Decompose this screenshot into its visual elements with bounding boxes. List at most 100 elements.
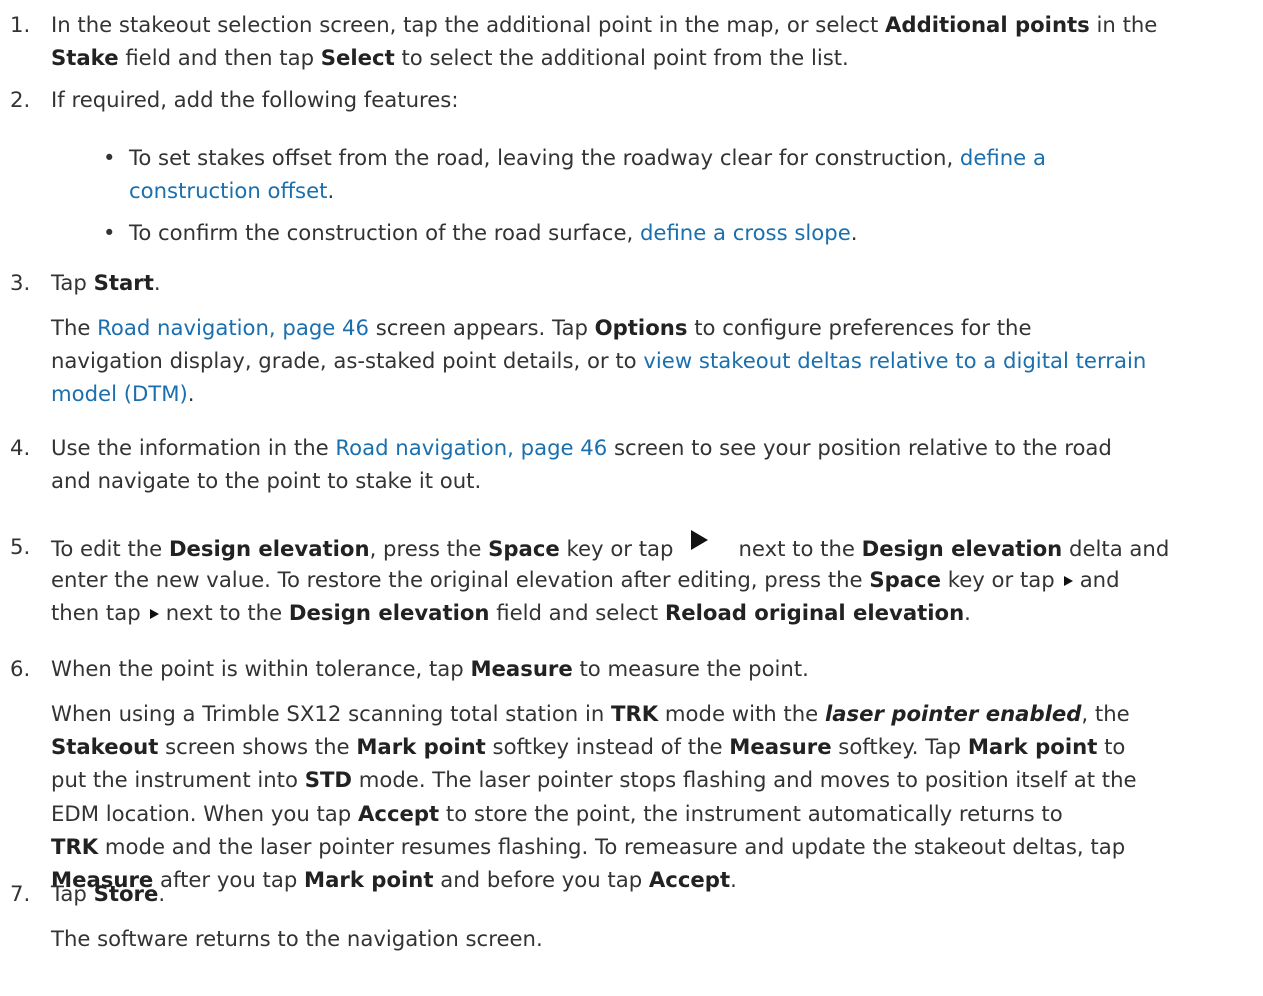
document-page: 1. In the stakeout selection screen, tap … [0, 0, 1263, 996]
text-run: If required, add the following features: [51, 87, 459, 112]
ui-term: TRK [611, 701, 659, 726]
text-run: . [187, 381, 195, 407]
text-run: mode with the [658, 701, 825, 726]
text-run: delta and [1062, 536, 1170, 561]
text-line: Stake field and then tap Select to selec… [51, 41, 1256, 74]
ui-term: STD [304, 767, 353, 793]
step-number: 1. [10, 12, 31, 37]
text-run: next to the [738, 536, 862, 561]
text-run: . [964, 600, 971, 626]
text-run: To set stakes offset from the road, leav… [129, 145, 960, 170]
text-run: then tap [51, 600, 141, 626]
text-run: to configure preferences for the [687, 315, 1032, 340]
text-line: put the instrument into STD mode. The la… [51, 763, 1256, 796]
text-run: in the [1089, 12, 1158, 37]
text-run: softkey instead of the [485, 734, 730, 760]
text-run: To confirm the construction of the road … [129, 220, 640, 245]
ui-term: Design elevation [861, 536, 1063, 561]
right-triangle-small-icon [1063, 576, 1073, 587]
text-run: mode and the laser pointer resumes flash… [98, 833, 1126, 859]
text-run: In the stakeout selection screen, tap th… [51, 12, 885, 37]
cross-reference-link[interactable]: define a [960, 145, 1046, 170]
text-run: Use the information in the [51, 435, 336, 460]
right-triangle-icon [691, 530, 709, 550]
text-run: and navigate to the point to stake it ou… [51, 468, 482, 494]
text-run: When using a Trimble SX12 scanning total… [51, 701, 611, 726]
text-line: In the stakeout selection screen, tap th… [51, 8, 1256, 41]
emphasis-text: laser pointer enabled [824, 701, 1082, 726]
text-line: EDM location. When you tap Accept to sto… [51, 797, 1256, 830]
ui-term: Mark point [967, 734, 1098, 760]
cross-reference-link[interactable]: define a cross slope [640, 220, 851, 245]
text-run: screen shows the [158, 734, 357, 760]
text-line: Use the information in the Road navigati… [51, 431, 1256, 464]
cross-reference-link[interactable]: view stakeout deltas relative to a digit… [643, 348, 1146, 373]
text-run: . [153, 270, 161, 295]
text-line: When using a Trimble SX12 scanning total… [51, 697, 1256, 730]
ui-term: Design elevation [288, 600, 490, 626]
text-line: enter the new value. To restore the orig… [51, 563, 1256, 596]
step-number: 2. [10, 87, 31, 112]
cross-reference-link[interactable]: Road navigation, page 46 [335, 435, 607, 460]
ui-term: Space [869, 567, 941, 593]
text-run: next to the [165, 600, 289, 626]
text-line: The software returns to the navigation s… [51, 922, 1256, 955]
ui-term: Store [93, 881, 159, 906]
ui-term: Reload original elevation [664, 600, 965, 626]
ui-term: Select [320, 45, 395, 71]
ui-term: Mark point [356, 734, 486, 760]
text-line: If required, add the following features: [51, 83, 1256, 116]
text-line: When the point is within tolerance, tap … [51, 652, 1256, 685]
step-number: 3. [10, 270, 31, 295]
text-run: key or tap [559, 536, 674, 561]
text-run: enter the new value. To restore the orig… [51, 567, 870, 593]
text-line: TRK mode and the laser pointer resumes f… [51, 830, 1256, 863]
ui-term: Design elevation [168, 536, 370, 561]
text-run: mode. The laser pointer stops flashing a… [352, 767, 1137, 793]
step-number: 6. [10, 656, 31, 681]
text-run: to measure the point. [572, 656, 809, 681]
ui-term: Stakeout [51, 734, 159, 760]
cross-reference-link[interactable]: construction offset [129, 178, 327, 203]
step-number: 5. [10, 534, 31, 559]
text-run: , press the [369, 536, 489, 561]
text-run: to select the additional point from the … [394, 45, 849, 71]
text-run: field and then tap [118, 45, 321, 71]
text-run: , the [1081, 701, 1130, 726]
text-run: to store the point, the instrument autom… [439, 800, 1063, 826]
text-run: Tap [51, 270, 94, 295]
step-number: 7. [10, 881, 31, 906]
text-line: and navigate to the point to stake it ou… [51, 464, 1256, 497]
text-line: model (DTM). [51, 377, 1256, 410]
text-line: To set stakes offset from the road, leav… [129, 141, 1229, 174]
text-run: key or tap [940, 567, 1055, 593]
cross-reference-link[interactable]: Road navigation, page 46 [97, 315, 369, 340]
text-run: and [1079, 567, 1120, 593]
text-line: Tap Store. [51, 877, 1256, 910]
right-triangle-small-icon [149, 609, 159, 620]
text-run: . [850, 220, 858, 245]
text-run: The software returns to the navigation s… [51, 926, 543, 951]
text-run: Tap [51, 881, 94, 906]
text-line: then tap next to the Design elevation fie… [51, 596, 1256, 629]
step-number: 4. [10, 435, 31, 460]
ui-term: Start [93, 270, 154, 295]
ui-term: Measure [470, 656, 573, 681]
text-line: Tap Start. [51, 266, 1256, 299]
cross-reference-link[interactable]: model (DTM) [51, 381, 188, 406]
ui-term: TRK [51, 833, 99, 859]
ui-term: Stake [51, 45, 119, 71]
text-run: . [327, 178, 335, 204]
text-run: navigation display, grade, as-staked poi… [51, 348, 644, 374]
text-run: EDM location. When you tap [51, 800, 358, 826]
text-run: screen appears. Tap [369, 315, 595, 340]
ui-term: Space [488, 536, 560, 561]
text-run: screen to see your position relative to … [607, 435, 1112, 460]
ui-term: Options [594, 315, 688, 340]
text-run: To edit the [51, 536, 169, 561]
text-line: To edit the Design elevation, press the … [51, 530, 1256, 565]
text-run: to [1097, 734, 1126, 760]
text-run: put the instrument into [51, 767, 305, 793]
text-run: The [51, 315, 98, 340]
text-line: navigation display, grade, as-staked poi… [51, 344, 1256, 377]
